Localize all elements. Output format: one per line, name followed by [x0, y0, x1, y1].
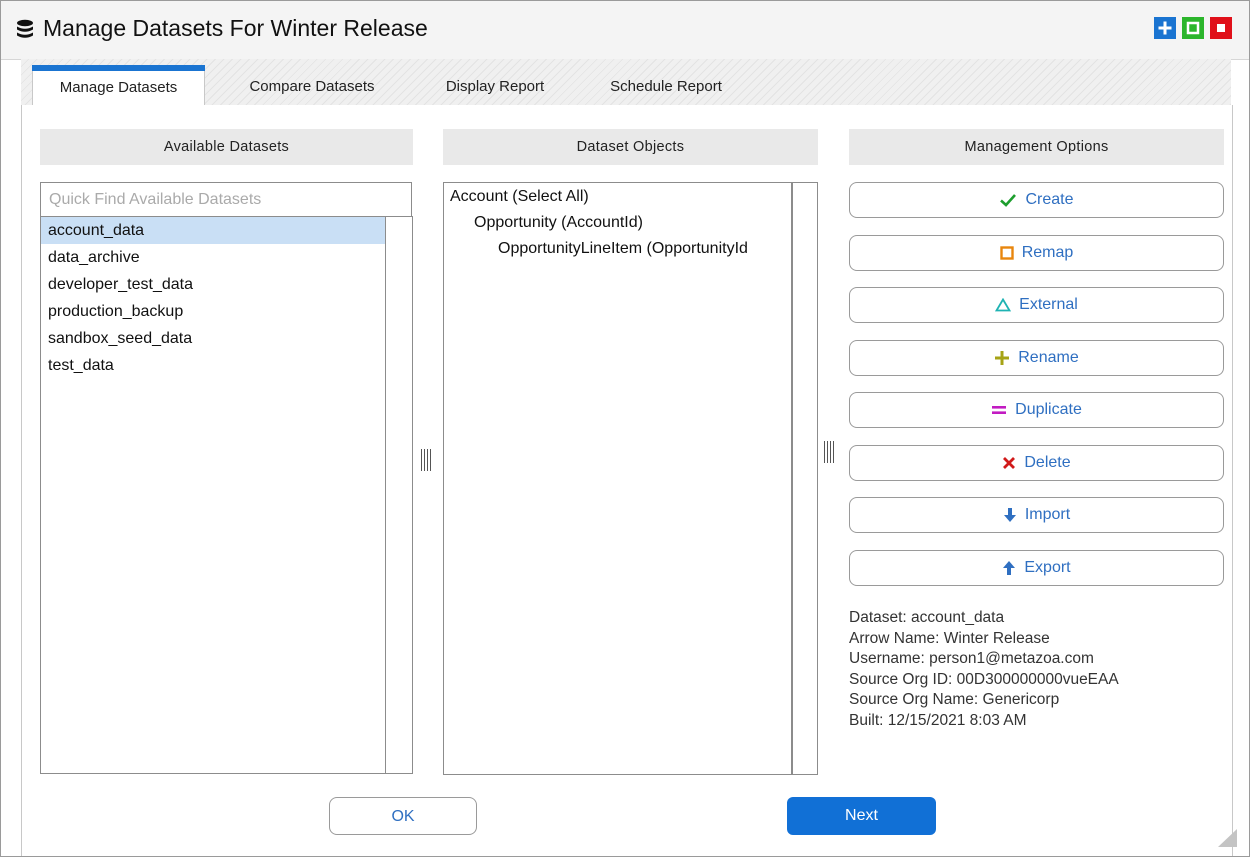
management-options-header: Management Options [849, 129, 1224, 165]
arrow-up-icon [1003, 561, 1016, 575]
button-label: Export [1024, 559, 1071, 576]
list-item[interactable]: account_data [41, 217, 385, 244]
info-built: Built: 12/15/2021 8:03 AM [849, 711, 1027, 729]
list-item[interactable]: production_backup [41, 298, 385, 325]
tab-display-report[interactable]: Display Report [421, 69, 569, 105]
delete-button[interactable]: Delete [849, 445, 1224, 481]
tab-schedule-report[interactable]: Schedule Report [586, 69, 746, 105]
available-datasets-list[interactable]: account_data data_archive developer_test… [40, 216, 386, 774]
button-label: Delete [1024, 454, 1071, 471]
tab-strip: Manage Datasets Compare Datasets Display… [21, 59, 1231, 107]
maximize-icon [1186, 21, 1200, 35]
list-item[interactable]: sandbox_seed_data [41, 325, 385, 352]
plus-icon [995, 351, 1010, 365]
button-label: Duplicate [1015, 401, 1082, 418]
splitter-handle[interactable] [420, 449, 432, 471]
check-icon [1000, 194, 1017, 207]
objects-tree-scrollbar[interactable] [792, 182, 818, 775]
ok-button[interactable]: OK [329, 797, 477, 835]
info-arrow-name: Arrow Name: Winter Release [849, 629, 1050, 647]
tree-item-opportunity-line-item[interactable]: OpportunityLineItem (OpportunityId [498, 240, 748, 258]
tree-item-account[interactable]: Account (Select All) [450, 188, 589, 206]
add-window-button[interactable] [1154, 17, 1176, 39]
tab-label: Schedule Report [610, 78, 722, 95]
equals-icon [992, 406, 1007, 414]
info-dataset: Dataset: account_data [849, 609, 1005, 626]
tab-label: Manage Datasets [59, 79, 178, 96]
available-list-scrollbar[interactable] [386, 216, 413, 774]
rename-button[interactable]: Rename [849, 340, 1224, 376]
square-outline-icon [1000, 246, 1014, 260]
info-source-org-id: Source Org ID: 00D300000000vueEAA [849, 670, 1119, 688]
quick-find-input[interactable] [40, 182, 412, 216]
info-username: Username: person1@metazoa.com [849, 650, 1094, 667]
dataset-info: Dataset: account_data Arrow Name: Winter… [849, 608, 1119, 731]
tab-label: Compare Datasets [249, 78, 375, 95]
button-label: External [1019, 296, 1078, 313]
dataset-objects-header: Dataset Objects [443, 129, 818, 165]
tab-manage-datasets[interactable]: Manage Datasets [32, 65, 205, 107]
maximize-button[interactable] [1182, 17, 1204, 39]
info-source-org-name: Source Org Name: Genericorp [849, 691, 1060, 708]
button-label: Create [1025, 191, 1074, 208]
list-item[interactable]: developer_test_data [41, 271, 385, 298]
available-datasets-header: Available Datasets [40, 129, 413, 165]
button-label: Rename [1018, 349, 1079, 366]
tab-compare-datasets[interactable]: Compare Datasets [217, 69, 407, 105]
close-button[interactable] [1210, 17, 1232, 39]
tree-item-opportunity[interactable]: Opportunity (AccountId) [474, 214, 643, 232]
list-item[interactable]: test_data [41, 352, 385, 379]
x-icon [1003, 457, 1016, 469]
list-item[interactable]: data_archive [41, 244, 385, 271]
duplicate-button[interactable]: Duplicate [849, 392, 1224, 428]
triangle-outline-icon [995, 298, 1012, 312]
resize-grip-icon[interactable] [1213, 827, 1237, 847]
next-button[interactable]: Next [787, 797, 936, 835]
import-button[interactable]: Import [849, 497, 1224, 533]
database-icon [17, 19, 33, 38]
add-icon [1158, 21, 1172, 35]
remap-button[interactable]: Remap [849, 235, 1224, 271]
close-icon [1217, 24, 1225, 32]
create-button[interactable]: Create [849, 182, 1224, 218]
external-button[interactable]: External [849, 287, 1224, 323]
dataset-objects-tree[interactable]: Account (Select All) Opportunity (Accoun… [443, 182, 792, 775]
tab-label: Display Report [445, 78, 545, 95]
button-label: Remap [1021, 244, 1074, 261]
arrow-down-icon [1003, 508, 1016, 522]
splitter-handle[interactable] [823, 441, 835, 463]
dialog-window: Manage Datasets For Winter Release Manag… [0, 0, 1250, 857]
window-title: Manage Datasets For Winter Release [43, 15, 428, 41]
button-label: Import [1024, 506, 1071, 523]
export-button[interactable]: Export [849, 550, 1224, 586]
title-bar[interactable]: Manage Datasets For Winter Release [1, 1, 1249, 60]
